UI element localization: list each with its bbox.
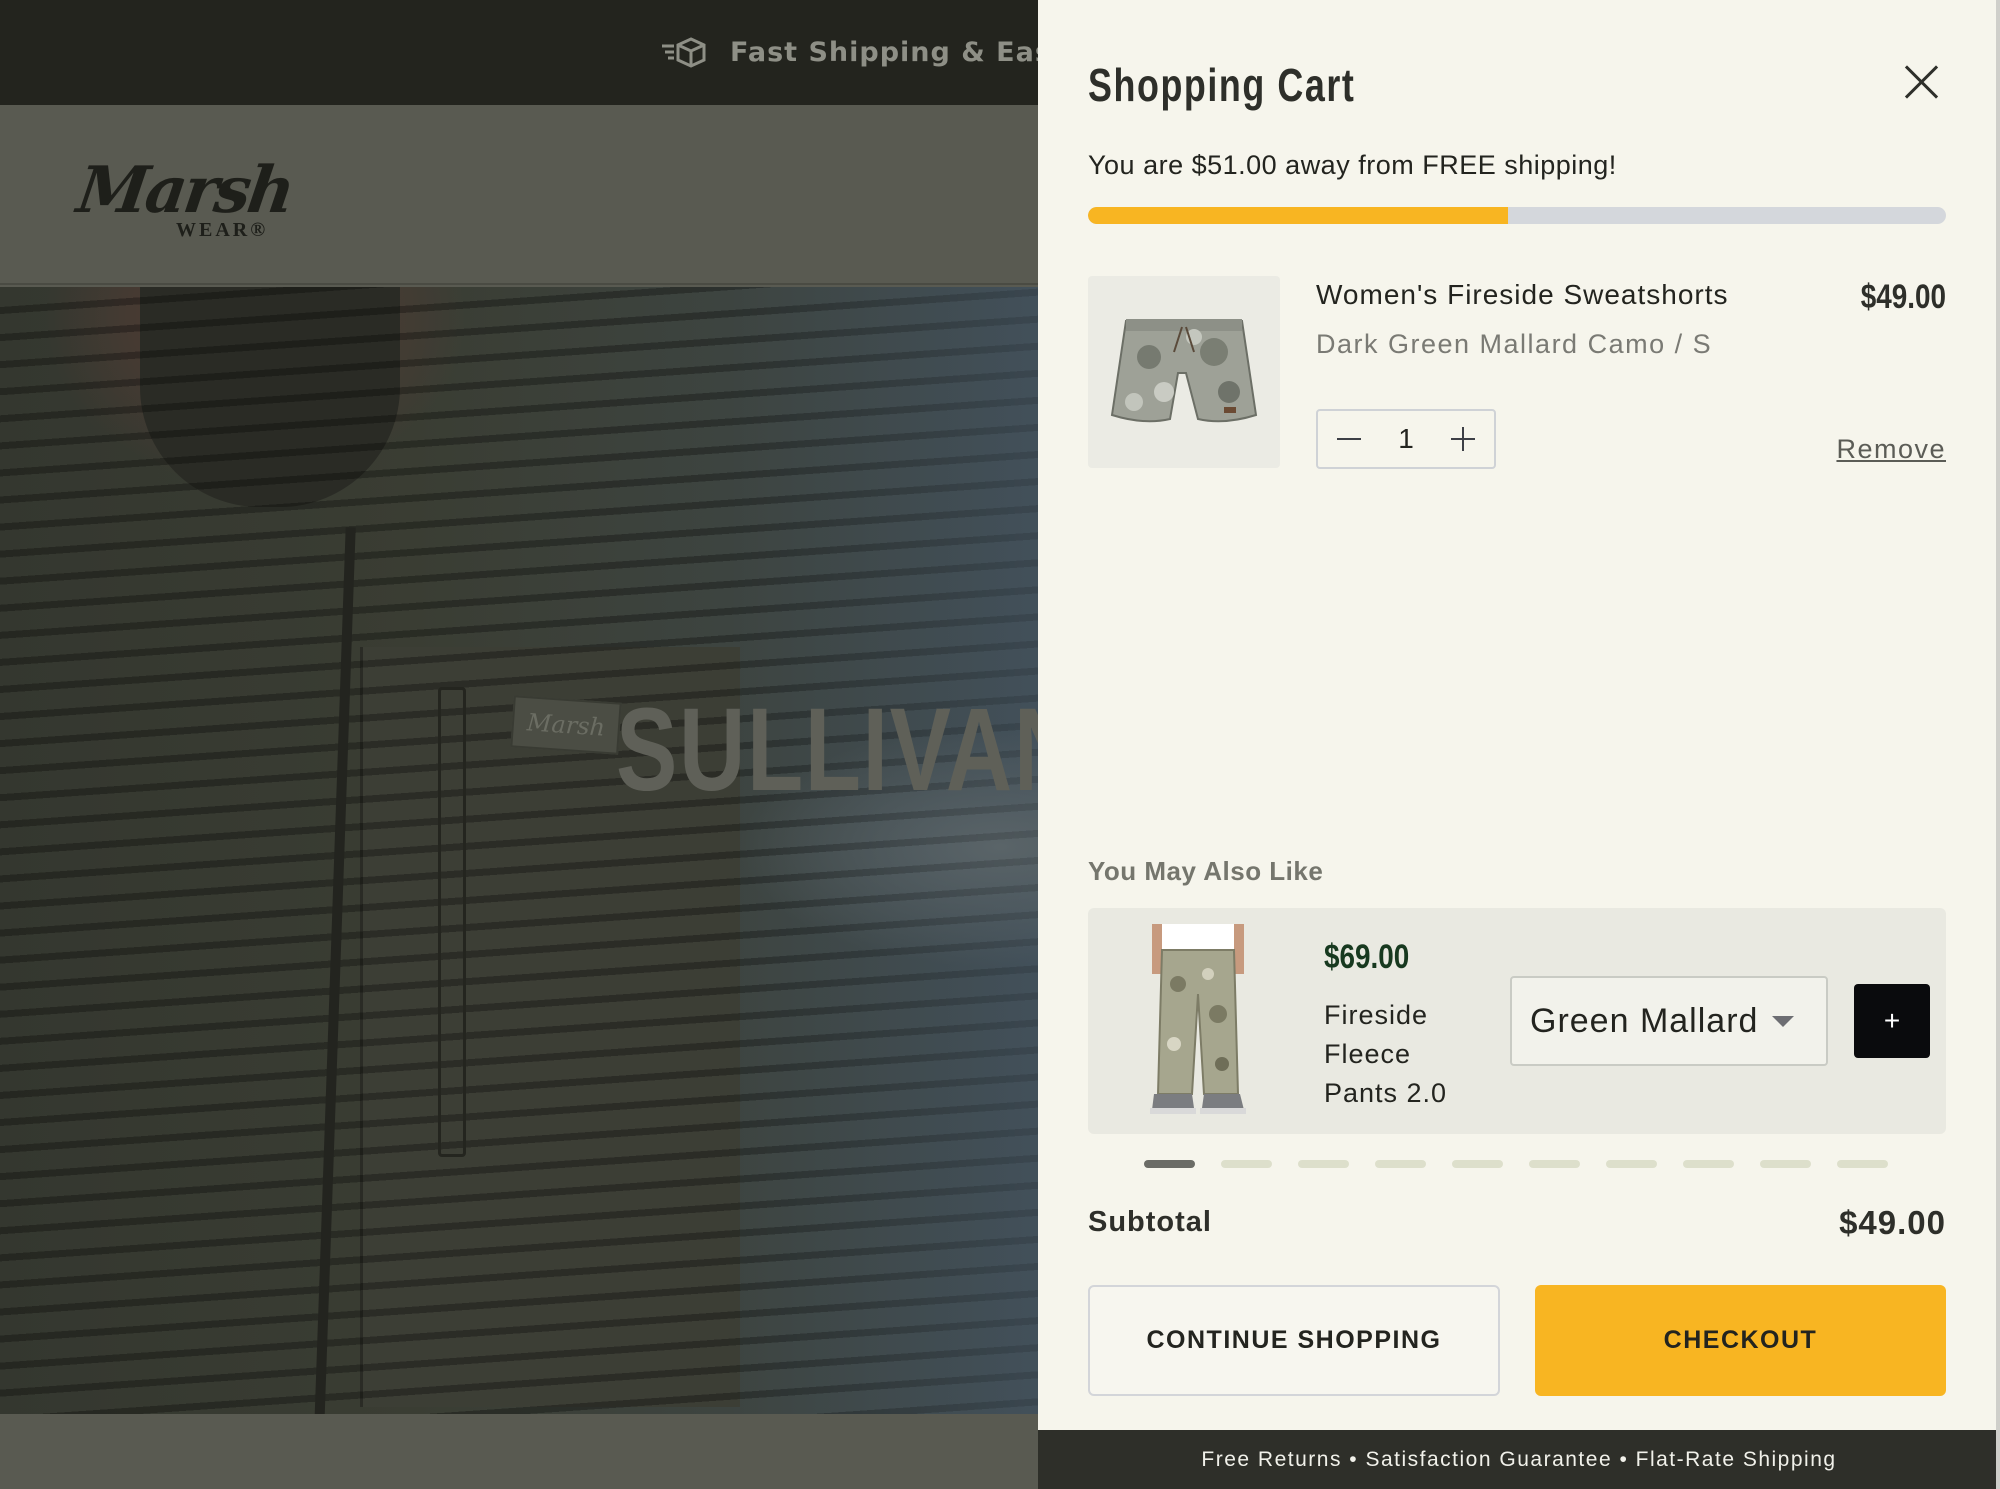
subtotal-value: $49.00 xyxy=(1839,1204,1946,1241)
announcement-text: Fast Shipping & Easy xyxy=(730,36,1038,68)
cart-item-name[interactable]: Women's Fireside Sweatshorts xyxy=(1316,279,1729,311)
trust-footer-bar: Free Returns • Satisfaction Guarantee • … xyxy=(1038,1430,2000,1489)
carousel-dot[interactable] xyxy=(1452,1160,1503,1168)
background-page: Fast Shipping & Easy Marsh WEAR® Marsh S… xyxy=(0,0,1038,1489)
logo-script-text: Marsh xyxy=(72,153,297,228)
close-icon[interactable] xyxy=(1898,60,1944,106)
upsell-card: $69.00 Fireside Fleece Pants 2.0 Green M… xyxy=(1088,908,1946,1134)
background-footer-strip xyxy=(0,1414,1038,1489)
site-logo[interactable]: Marsh WEAR® xyxy=(73,153,298,253)
subtotal-label: Subtotal xyxy=(1088,1206,1212,1238)
variant-select[interactable]: Green Mallard xyxy=(1510,976,1828,1066)
upsell-product-name[interactable]: Fireside Fleece Pants 2.0 xyxy=(1324,996,1474,1113)
cart-item-image[interactable] xyxy=(1088,276,1280,468)
hero-logo-patch: Marsh xyxy=(510,695,622,755)
plus-icon[interactable] xyxy=(1450,426,1476,452)
carousel-dot[interactable] xyxy=(1144,1160,1195,1168)
site-header: Marsh WEAR® xyxy=(0,105,1038,285)
sweatshorts-image xyxy=(1110,319,1258,423)
carousel-dot[interactable] xyxy=(1683,1160,1734,1168)
carousel-dot[interactable] xyxy=(1221,1160,1272,1168)
remove-item-link[interactable]: Remove xyxy=(1836,434,1946,465)
carousel-dot[interactable] xyxy=(1375,1160,1426,1168)
carousel-dot[interactable] xyxy=(1760,1160,1811,1168)
carousel-dot[interactable] xyxy=(1837,1160,1888,1168)
hero-title: SULLIVAN xyxy=(616,684,1038,816)
continue-shopping-button[interactable]: CONTINUE SHOPPING xyxy=(1088,1285,1500,1396)
upsell-heading: You May Also Like xyxy=(1088,856,1324,886)
chevron-down-icon xyxy=(1772,1016,1794,1027)
minus-icon[interactable] xyxy=(1336,426,1362,452)
variant-select-value: Green Mallard xyxy=(1530,1002,1756,1040)
add-to-cart-button[interactable]: + xyxy=(1854,984,1930,1058)
quantity-value[interactable]: 1 xyxy=(1398,423,1414,455)
free-shipping-progress-bar xyxy=(1088,207,1946,224)
cart-item-price: $49.00 xyxy=(1860,278,1946,316)
free-shipping-message: You are $51.00 away from FREE shipping! xyxy=(1088,150,1617,180)
fleece-pants-image[interactable] xyxy=(1138,924,1258,1120)
cart-drawer: Shopping Cart You are $51.00 away from F… xyxy=(1038,0,2000,1489)
fast-shipping-box-icon xyxy=(662,37,706,68)
upsell-price: $69.00 xyxy=(1324,938,1410,976)
carousel-dot[interactable] xyxy=(1298,1160,1349,1168)
hero-image: Marsh SULLIVAN xyxy=(0,287,1038,1414)
cart-title: Shopping Cart xyxy=(1088,59,1356,111)
checkout-button[interactable]: CHECKOUT xyxy=(1535,1285,1946,1396)
quantity-stepper: 1 xyxy=(1316,409,1496,469)
free-shipping-progress-fill xyxy=(1088,207,1509,224)
hero-fabric-texture xyxy=(0,287,1038,1414)
hero-pocket-shape xyxy=(438,687,466,1157)
carousel-pagination xyxy=(1144,1160,1888,1168)
carousel-dot[interactable] xyxy=(1529,1160,1580,1168)
cart-item-variant: Dark Green Mallard Camo / S xyxy=(1316,329,1713,359)
carousel-dot[interactable] xyxy=(1606,1160,1657,1168)
announcement-bar: Fast Shipping & Easy xyxy=(0,0,1038,105)
logo-subtext: WEAR® xyxy=(176,219,269,241)
drawer-scrollbar[interactable] xyxy=(1996,0,2000,1489)
trust-footer-text: Free Returns • Satisfaction Guarantee • … xyxy=(1201,1447,1837,1471)
